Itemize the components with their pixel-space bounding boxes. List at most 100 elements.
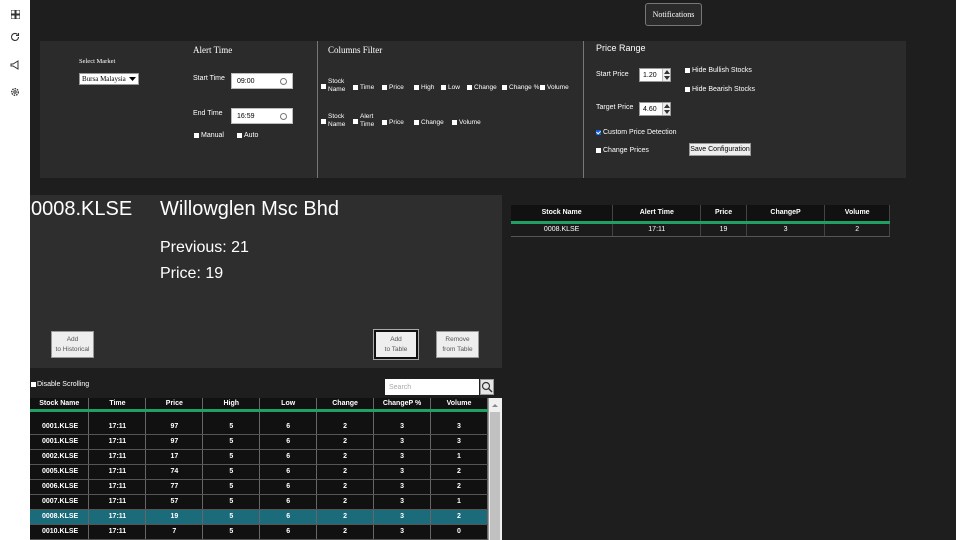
manual-label: Manual (201, 132, 224, 139)
table-row[interactable]: 0006.KLSE 17:11 77 5 6 2 3 2 (30, 479, 488, 495)
checkbox-box[interactable] (353, 118, 358, 124)
checkbox-box[interactable] (414, 119, 419, 125)
filter-low[interactable]: Low (441, 84, 460, 91)
table-cell: 5 (202, 509, 261, 525)
checkbox-box[interactable] (596, 147, 601, 153)
spinner-icon[interactable] (662, 103, 670, 115)
table-cell: 2 (316, 509, 375, 525)
table-cell: 0007.KLSE (30, 494, 90, 510)
table-row[interactable]: 0010.KLSE 17:11 7 5 6 2 3 0 (30, 524, 488, 540)
config-panel (40, 41, 906, 178)
button-label: from Table (442, 345, 473, 353)
search-input[interactable]: Search (385, 379, 479, 395)
filter2-change[interactable]: Change (414, 119, 444, 126)
filter-high[interactable]: High (414, 84, 434, 91)
market-select[interactable]: Bursa Malaysia (79, 73, 139, 85)
filter-time[interactable]: Time (353, 84, 374, 91)
column-header[interactable]: Stock Name (511, 205, 614, 224)
checkbox-box[interactable] (685, 86, 690, 92)
scrollbar-thumb[interactable] (490, 412, 500, 540)
checkbox-box[interactable] (502, 84, 507, 90)
custom-price-detection-checkbox[interactable]: Custom Price Detection (596, 129, 677, 136)
sidebar (0, 0, 30, 540)
column-header[interactable]: Time (88, 398, 147, 412)
button-label: to Table (384, 345, 408, 353)
checkbox-box[interactable] (237, 132, 242, 138)
settings-icon[interactable] (9, 86, 21, 98)
checkbox-box[interactable] (414, 84, 419, 90)
scroll-up-icon[interactable] (489, 401, 501, 409)
checkbox-box[interactable] (321, 83, 326, 89)
column-header[interactable]: Low (259, 398, 318, 412)
start-time-input[interactable]: 09:00 (231, 73, 293, 89)
filter-change-pct[interactable]: Change % (502, 84, 539, 91)
filter-price[interactable]: Price (382, 84, 404, 91)
table-row[interactable]: 0001.KLSE 17:11 97 5 6 2 3 3 (30, 419, 488, 435)
filter-volume[interactable]: Volume (540, 84, 569, 91)
column-header[interactable]: High (202, 398, 261, 412)
remove-from-table-button[interactable]: Remove from Table (436, 331, 479, 358)
column-header[interactable]: Change (316, 398, 375, 412)
column-header[interactable]: Alert Time (612, 205, 702, 224)
column-header[interactable]: Price (145, 398, 204, 412)
search-button[interactable] (480, 379, 494, 395)
filter2-alert-time[interactable]: Alert Time (353, 113, 376, 129)
checkbox-box[interactable] (467, 84, 472, 90)
target-price-input[interactable]: 4.60 (639, 102, 671, 116)
filter-stock-name[interactable]: Stock Name (321, 78, 346, 94)
filter2-price[interactable]: Price (382, 119, 404, 126)
table-cell: 5 (202, 479, 261, 495)
checkbox-box[interactable] (441, 84, 446, 90)
end-time-input[interactable]: 16:59 (231, 108, 293, 124)
table-cell: 2 (430, 464, 488, 480)
manual-checkbox[interactable]: Manual (194, 132, 224, 139)
target-price-value: 4.60 (643, 105, 657, 113)
checkbox-box[interactable] (31, 381, 36, 387)
checkbox-box[interactable] (194, 132, 199, 138)
table-row[interactable]: 0008.KLSE 17:11 19 5 6 2 3 2 (30, 509, 488, 525)
add-to-historical-button[interactable]: Add to Historical (51, 331, 94, 358)
filter2-stock-name[interactable]: Stock Name (321, 113, 346, 129)
auto-checkbox[interactable]: Auto (237, 132, 258, 139)
clock-icon (280, 113, 287, 120)
table-cell: 2 (316, 464, 375, 480)
column-header[interactable]: ChangeP % (373, 398, 431, 412)
change-prices-checkbox[interactable]: Change Prices (596, 147, 649, 154)
column-header[interactable]: Stock Name (30, 398, 90, 412)
save-configuration-button[interactable]: Save Configuration (689, 143, 751, 156)
checkbox-box[interactable] (353, 84, 358, 90)
spinner-icon[interactable] (662, 69, 670, 81)
hide-bullish-checkbox[interactable]: Hide Bullish Stocks (685, 67, 752, 74)
column-header[interactable]: ChangeP (746, 205, 826, 224)
checkbox-box[interactable] (452, 119, 457, 125)
column-header[interactable]: Volume (430, 398, 488, 412)
column-header[interactable]: Volume (824, 205, 890, 224)
select-market-label: Select Market (79, 58, 116, 65)
disable-scrolling-checkbox[interactable]: Disable Scrolling (31, 381, 89, 388)
grid-icon[interactable] (9, 8, 21, 20)
divider (583, 41, 584, 178)
checkbox-box[interactable] (382, 119, 387, 125)
filter-label: Time (360, 84, 375, 91)
table-row[interactable]: 0001.KLSE 17:11 97 5 6 2 3 3 (30, 434, 488, 450)
table-row[interactable]: 0005.KLSE 17:11 74 5 6 2 3 2 (30, 464, 488, 480)
table-row[interactable]: 0007.KLSE 17:11 57 5 6 2 3 1 (30, 494, 488, 510)
column-header[interactable]: Price (700, 205, 747, 224)
checkbox-box[interactable] (596, 129, 601, 135)
table-row[interactable]: 0002.KLSE 17:11 17 5 6 2 3 1 (30, 449, 488, 465)
filter-change[interactable]: Change (467, 84, 497, 91)
filter2-volume[interactable]: Volume (452, 119, 481, 126)
checkbox-box[interactable] (540, 84, 545, 90)
add-to-table-button[interactable]: Add to Table (373, 329, 419, 360)
table-row[interactable]: 0008.KLSE 17:11 19 3 2 (511, 222, 890, 237)
notifications-button[interactable]: Notifications (645, 3, 702, 26)
checkbox-box[interactable] (685, 67, 690, 73)
table-cell: 0006.KLSE (30, 479, 90, 495)
checkbox-box[interactable] (382, 84, 387, 90)
checkbox-box[interactable] (321, 118, 326, 124)
megaphone-icon[interactable] (9, 59, 21, 71)
refresh-icon[interactable] (9, 31, 21, 43)
start-price-input[interactable]: 1.20 (639, 68, 671, 82)
table-cell: 5 (202, 464, 261, 480)
hide-bearish-checkbox[interactable]: Hide Bearish Stocks (685, 86, 755, 93)
